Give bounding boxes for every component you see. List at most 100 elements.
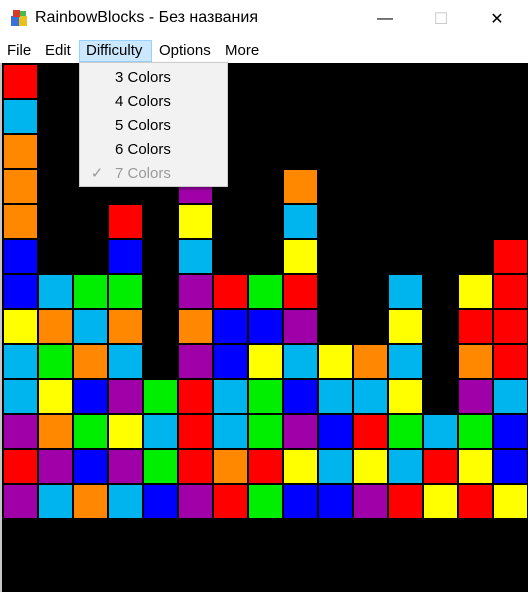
maximize-button[interactable]: ☐ <box>418 0 464 38</box>
block-cell[interactable] <box>284 345 317 378</box>
block-cell[interactable] <box>494 310 527 343</box>
block-cell[interactable] <box>494 380 527 413</box>
difficulty-4-colors[interactable]: 4 Colors <box>80 90 227 114</box>
block-cell[interactable] <box>39 380 72 413</box>
block-cell[interactable] <box>109 240 142 273</box>
block-cell[interactable] <box>249 485 282 518</box>
block-cell[interactable] <box>4 65 37 98</box>
block-cell[interactable] <box>109 380 142 413</box>
block-cell[interactable] <box>144 380 177 413</box>
minimize-button[interactable]: — <box>362 0 408 38</box>
block-cell[interactable] <box>179 205 212 238</box>
block-cell[interactable] <box>179 240 212 273</box>
block-cell[interactable] <box>354 415 387 448</box>
block-cell[interactable] <box>284 170 317 203</box>
block-cell[interactable] <box>4 205 37 238</box>
menu-edit[interactable]: Edit <box>39 40 77 62</box>
block-cell[interactable] <box>4 485 37 518</box>
block-cell[interactable] <box>354 485 387 518</box>
block-cell[interactable] <box>319 345 352 378</box>
block-cell[interactable] <box>459 415 492 448</box>
block-cell[interactable] <box>284 485 317 518</box>
close-button[interactable]: ✕ <box>474 0 520 38</box>
block-cell[interactable] <box>74 415 107 448</box>
block-cell[interactable] <box>179 450 212 483</box>
block-cell[interactable] <box>214 345 247 378</box>
block-cell[interactable] <box>389 380 422 413</box>
block-cell[interactable] <box>179 345 212 378</box>
block-cell[interactable] <box>284 450 317 483</box>
menu-file[interactable]: File <box>1 40 37 62</box>
block-cell[interactable] <box>179 275 212 308</box>
block-cell[interactable] <box>284 310 317 343</box>
block-cell[interactable] <box>424 415 457 448</box>
block-cell[interactable] <box>39 275 72 308</box>
block-cell[interactable] <box>109 205 142 238</box>
block-cell[interactable] <box>109 345 142 378</box>
block-cell[interactable] <box>424 485 457 518</box>
block-cell[interactable] <box>74 275 107 308</box>
block-cell[interactable] <box>39 310 72 343</box>
block-cell[interactable] <box>179 310 212 343</box>
block-cell[interactable] <box>424 450 457 483</box>
block-cell[interactable] <box>284 240 317 273</box>
block-cell[interactable] <box>459 275 492 308</box>
block-cell[interactable] <box>249 380 282 413</box>
block-cell[interactable] <box>494 485 527 518</box>
block-cell[interactable] <box>249 415 282 448</box>
block-cell[interactable] <box>319 485 352 518</box>
block-cell[interactable] <box>249 450 282 483</box>
block-cell[interactable] <box>459 380 492 413</box>
difficulty-3-colors[interactable]: 3 Colors <box>80 66 227 90</box>
block-cell[interactable] <box>4 310 37 343</box>
block-cell[interactable] <box>494 275 527 308</box>
block-cell[interactable] <box>4 380 37 413</box>
block-cell[interactable] <box>389 275 422 308</box>
block-cell[interactable] <box>109 450 142 483</box>
block-cell[interactable] <box>74 310 107 343</box>
block-cell[interactable] <box>249 275 282 308</box>
block-cell[interactable] <box>249 345 282 378</box>
block-cell[interactable] <box>109 275 142 308</box>
block-cell[interactable] <box>4 240 37 273</box>
block-cell[interactable] <box>354 380 387 413</box>
block-cell[interactable] <box>389 345 422 378</box>
block-cell[interactable] <box>4 345 37 378</box>
block-cell[interactable] <box>4 275 37 308</box>
block-cell[interactable] <box>459 345 492 378</box>
block-cell[interactable] <box>494 450 527 483</box>
block-cell[interactable] <box>74 345 107 378</box>
block-cell[interactable] <box>284 380 317 413</box>
block-cell[interactable] <box>389 310 422 343</box>
block-cell[interactable] <box>39 450 72 483</box>
block-cell[interactable] <box>179 485 212 518</box>
menu-more[interactable]: More <box>219 40 265 62</box>
menu-difficulty[interactable]: Difficulty <box>79 40 152 62</box>
block-cell[interactable] <box>284 275 317 308</box>
difficulty-5-colors[interactable]: 5 Colors <box>80 114 227 138</box>
block-cell[interactable] <box>144 415 177 448</box>
block-cell[interactable] <box>144 450 177 483</box>
block-cell[interactable] <box>39 415 72 448</box>
block-cell[interactable] <box>179 415 212 448</box>
difficulty-6-colors[interactable]: 6 Colors <box>80 138 227 162</box>
block-cell[interactable] <box>214 275 247 308</box>
block-cell[interactable] <box>39 485 72 518</box>
block-cell[interactable] <box>74 380 107 413</box>
block-cell[interactable] <box>4 450 37 483</box>
block-cell[interactable] <box>494 240 527 273</box>
block-cell[interactable] <box>4 170 37 203</box>
block-cell[interactable] <box>494 345 527 378</box>
block-cell[interactable] <box>459 450 492 483</box>
block-cell[interactable] <box>4 415 37 448</box>
block-cell[interactable] <box>4 100 37 133</box>
block-cell[interactable] <box>249 310 282 343</box>
block-cell[interactable] <box>354 450 387 483</box>
block-cell[interactable] <box>74 485 107 518</box>
block-cell[interactable] <box>354 345 387 378</box>
block-cell[interactable] <box>284 415 317 448</box>
block-cell[interactable] <box>494 415 527 448</box>
block-cell[interactable] <box>74 450 107 483</box>
block-cell[interactable] <box>214 415 247 448</box>
block-cell[interactable] <box>109 415 142 448</box>
